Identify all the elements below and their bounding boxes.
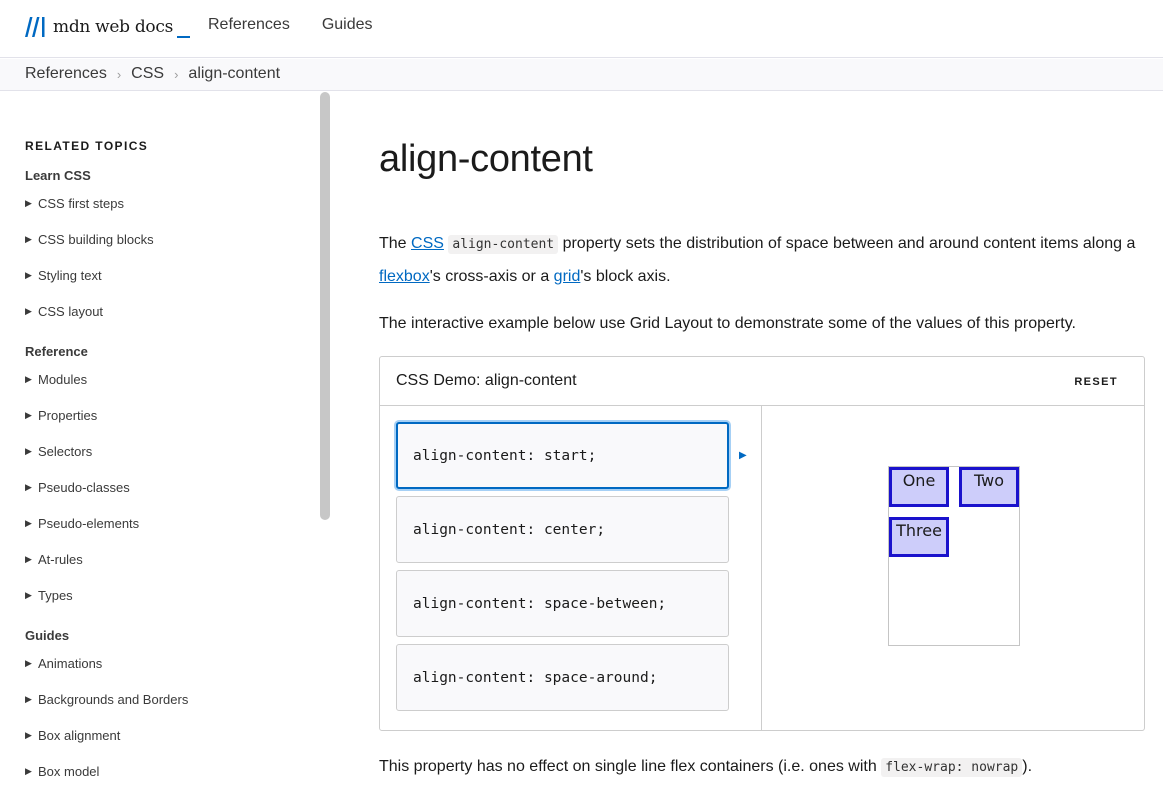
breadcrumb-bar: References › CSS › align-content [0,59,1163,91]
flexbox-link[interactable]: flexbox [379,268,430,285]
intro-paragraph: The CSS align-content property sets the … [379,235,1136,285]
logo-underscore [177,36,191,38]
choice-align-content-start[interactable]: align-content: start; [396,422,729,489]
chevron-right-icon: › [174,66,179,82]
sidebar: RELATED TOPICS Learn CSS ▶ CSS first step… [0,92,332,790]
choice-align-content-center[interactable]: align-content: center; [396,496,729,563]
sidebar-item-modules[interactable]: ▶ Modules [25,372,87,387]
triangle-right-icon: ▶ [25,234,32,244]
sidebar-item-css-first-steps[interactable]: ▶ CSS first steps [25,196,124,211]
choice-align-content-space-around[interactable]: align-content: space-around; [396,644,729,711]
demo-intro-paragraph: The interactive example below use Grid L… [379,315,1076,332]
inline-code-flex-wrap: flex-wrap: nowrap [881,758,1023,777]
triangle-right-icon: ▶ [25,306,32,316]
triangle-right-icon: ▶ [25,766,32,776]
triangle-right-icon: ▶ [25,198,32,208]
sidebar-item-css-layout[interactable]: ▶ CSS layout [25,304,103,319]
mdn-logo-icon [25,17,45,37]
css-link[interactable]: CSS [411,235,444,252]
demo-header: CSS Demo: align-content RESET [380,357,1144,406]
grid-item-three: Three [889,517,949,557]
grid-item-two: Two [959,467,1019,507]
chevron-right-icon: › [116,66,122,82]
sidebar-group-learn-css: Learn CSS [25,168,91,183]
triangle-right-icon: ▶ [25,482,32,492]
triangle-right-icon: ▶ [25,554,32,564]
sidebar-item-styling-text[interactable]: ▶ Styling text [25,268,102,283]
reset-button[interactable]: RESET [1074,376,1118,388]
sidebar-group-guides: Guides [25,628,70,643]
sidebar-item-selectors[interactable]: ▶ Selectors [25,444,92,459]
sidebar-item-css-building-blocks[interactable]: ▶ CSS building blocks [25,232,154,247]
triangle-right-icon: ▶ [25,590,32,600]
grid-link[interactable]: grid [554,268,581,285]
nav-references[interactable]: References [208,16,290,34]
triangle-right-icon: ▶ [739,450,747,461]
sidebar-item-backgrounds-and-borders[interactable]: ▶ Backgrounds and Borders [25,692,188,707]
triangle-right-icon: ▶ [25,730,32,740]
grid-container: One Two Three [888,466,1020,646]
sidebar-item-pseudo-elements[interactable]: ▶ Pseudo-elements [25,516,139,531]
sidebar-item-box-alignment[interactable]: ▶ Box alignment [25,728,120,743]
sidebar-item-properties[interactable]: ▶ Properties [25,408,97,423]
triangle-right-icon: ▶ [25,374,32,384]
choice-align-content-space-between[interactable]: align-content: space-between; [396,570,729,637]
flex-note-paragraph: This property has no effect on single li… [379,758,1033,777]
sidebar-item-box-model[interactable]: ▶ Box model [25,764,99,779]
demo-choices: align-content: start; ▶ align-content: c… [380,406,762,730]
sidebar-item-types[interactable]: ▶ Types [25,588,73,603]
triangle-right-icon: ▶ [25,518,32,528]
sidebar-item-animations[interactable]: ▶ Animations [25,656,102,671]
sidebar-heading: RELATED TOPICS [25,139,149,153]
triangle-right-icon: ▶ [25,658,32,668]
breadcrumb: References › CSS › align-content [25,65,280,83]
breadcrumb-current[interactable]: align-content [188,65,280,83]
sidebar-scrollbar[interactable] [320,92,330,520]
top-nav: References Guides [208,16,373,34]
demo-output: One Two Three [763,406,1144,730]
inline-code-align-content: align-content [448,235,559,254]
breadcrumb-css[interactable]: CSS [131,65,164,83]
nav-guides[interactable]: Guides [322,16,373,34]
logo-text: mdn web docs [53,17,174,37]
sidebar-item-at-rules[interactable]: ▶ At-rules [25,552,83,567]
sidebar-group-reference: Reference [25,344,88,359]
demo-title: CSS Demo: align-content [396,372,577,389]
triangle-right-icon: ▶ [25,446,32,456]
css-demo-panel: CSS Demo: align-content RESET align-cont… [379,356,1145,731]
sidebar-item-pseudo-classes[interactable]: ▶ Pseudo-classes [25,480,130,495]
top-navigation-bar: mdn web docs References Guides [0,0,1163,58]
grid-item-one: One [889,467,949,507]
page-title: align-content [379,138,593,180]
triangle-right-icon: ▶ [25,270,32,280]
triangle-right-icon: ▶ [25,410,32,420]
triangle-right-icon: ▶ [25,694,32,704]
breadcrumb-references[interactable]: References [25,65,107,83]
mdn-logo[interactable]: mdn web docs [24,14,191,40]
